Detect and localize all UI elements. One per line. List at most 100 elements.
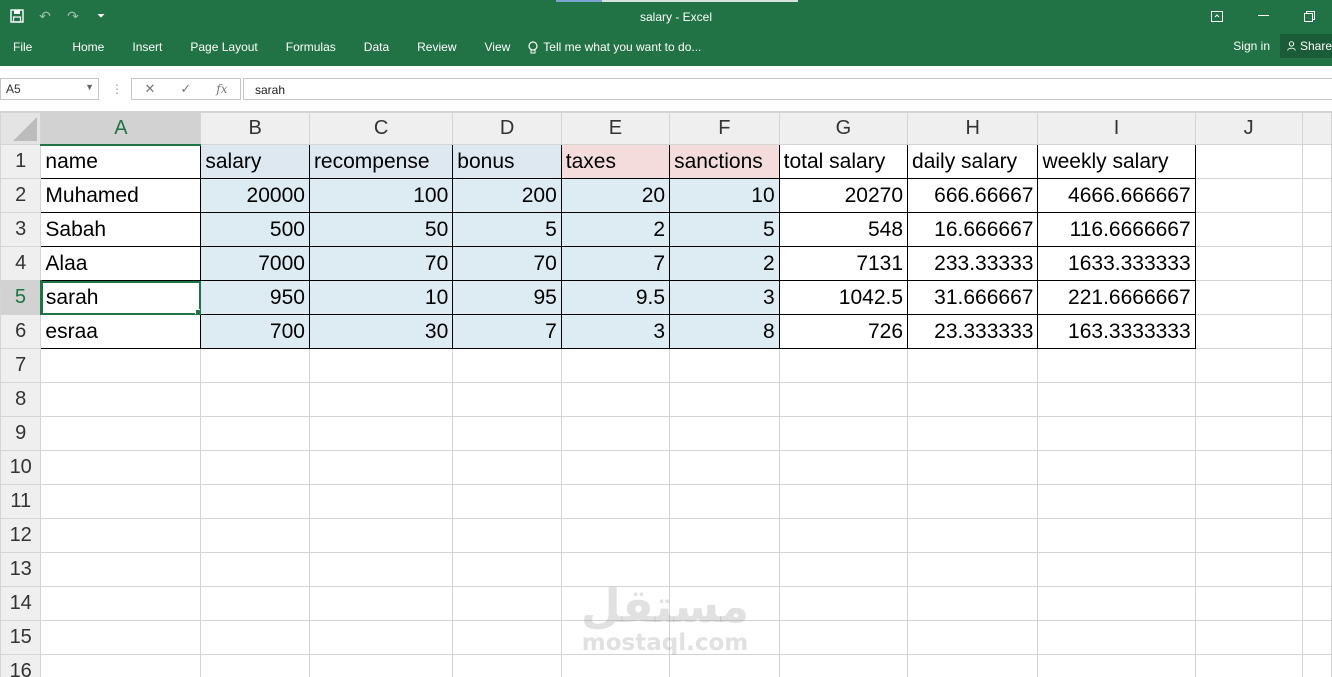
empty-cell[interactable] [778,382,909,417]
tab-data[interactable]: Data [350,40,403,54]
cell-d4[interactable]: 70 [452,246,562,281]
empty-cell[interactable] [560,518,671,553]
empty-cell[interactable] [1037,518,1196,553]
column-header-b[interactable]: B [200,112,310,145]
empty-cell[interactable] [40,586,202,621]
row-header-6[interactable]: 6 [0,314,42,349]
empty-cell[interactable] [1194,348,1303,383]
empty-cell[interactable] [308,586,454,621]
redo-icon[interactable]: ↷ [64,7,82,25]
cell-g4[interactable]: 7131 [778,246,909,281]
cell-b1[interactable]: salary [200,144,310,179]
tab-page-layout[interactable]: Page Layout [176,40,271,54]
cell-h6[interactable]: 23.333333 [907,314,1039,349]
empty-cell[interactable] [1301,416,1332,451]
empty-cell[interactable] [308,416,454,451]
empty-cell[interactable] [1194,416,1303,451]
empty-cell[interactable] [778,518,909,553]
empty-cell[interactable] [308,518,454,553]
cell-j5[interactable] [1194,280,1303,315]
cell-c6[interactable]: 30 [308,314,454,349]
empty-cell[interactable] [200,348,310,383]
empty-cell[interactable] [560,382,671,417]
ribbon-display-icon[interactable] [1194,0,1240,32]
cell-d2[interactable]: 200 [452,178,562,213]
empty-cell[interactable] [40,654,202,677]
cell-k1[interactable] [1301,144,1332,179]
worksheet-grid[interactable]: A B C D E F G H I J 1 name salary recomp… [0,112,1332,677]
empty-cell[interactable] [669,552,780,587]
empty-cell[interactable] [200,586,310,621]
tab-insert[interactable]: Insert [118,40,176,54]
row-header-15[interactable]: 15 [0,620,42,655]
cell-j3[interactable] [1194,212,1303,247]
cell-d5[interactable]: 95 [452,280,562,315]
cell-e6[interactable]: 3 [560,314,671,349]
tab-home[interactable]: Home [58,40,118,54]
empty-cell[interactable] [1037,552,1196,587]
cell-c5[interactable]: 10 [308,280,454,315]
empty-cell[interactable] [560,416,671,451]
undo-icon[interactable]: ↶ [36,7,54,25]
cell-a1[interactable]: name [40,144,202,179]
tab-view[interactable]: View [471,40,525,54]
row-header-2[interactable]: 2 [0,178,42,213]
empty-cell[interactable] [669,450,780,485]
empty-cell[interactable] [40,552,202,587]
empty-cell[interactable] [907,620,1039,655]
row-header-5[interactable]: 5 [0,280,42,315]
cell-k5[interactable] [1301,280,1332,315]
empty-cell[interactable] [452,450,562,485]
save-icon[interactable] [8,7,26,25]
column-header-e[interactable]: E [560,112,671,145]
empty-cell[interactable] [907,382,1039,417]
cell-e2[interactable]: 20 [560,178,671,213]
row-header-14[interactable]: 14 [0,586,42,621]
cell-k3[interactable] [1301,212,1332,247]
empty-cell[interactable] [1194,586,1303,621]
empty-cell[interactable] [200,620,310,655]
empty-cell[interactable] [1037,620,1196,655]
empty-cell[interactable] [1301,620,1332,655]
cell-h5[interactable]: 31.666667 [907,280,1039,315]
empty-cell[interactable] [560,348,671,383]
empty-cell[interactable] [778,620,909,655]
cell-e1[interactable]: taxes [560,144,671,179]
enter-icon[interactable]: ✓ [180,81,191,97]
cell-b3[interactable]: 500 [200,212,310,247]
cell-h2[interactable]: 666.66667 [907,178,1039,213]
empty-cell[interactable] [200,484,310,519]
empty-cell[interactable] [452,348,562,383]
cell-k4[interactable] [1301,246,1332,281]
cell-g1[interactable]: total salary [778,144,909,179]
sign-in-link[interactable]: Sign in [1233,39,1270,53]
customize-icon[interactable]: ⏷ [92,7,110,25]
cell-a4[interactable]: Alaa [40,246,202,281]
empty-cell[interactable] [452,382,562,417]
name-box[interactable]: A5 ▼ [0,78,99,100]
empty-cell[interactable] [200,518,310,553]
empty-cell[interactable] [452,620,562,655]
formula-input[interactable]: sarah [243,78,1332,100]
tab-file[interactable]: File [0,40,58,54]
row-header-16[interactable]: 16 [0,654,42,677]
empty-cell[interactable] [907,450,1039,485]
empty-cell[interactable] [560,620,671,655]
cell-i4[interactable]: 1633.333333 [1037,246,1196,281]
cell-k2[interactable] [1301,178,1332,213]
cell-i5[interactable]: 221.6666667 [1037,280,1196,315]
empty-cell[interactable] [907,552,1039,587]
cell-f4[interactable]: 2 [669,246,780,281]
insert-function-icon[interactable]: fx [216,82,227,96]
cell-f6[interactable]: 8 [669,314,780,349]
cell-f1[interactable]: sanctions [669,144,780,179]
empty-cell[interactable] [452,552,562,587]
cell-i2[interactable]: 4666.666667 [1037,178,1196,213]
cell-a6[interactable]: esraa [40,314,202,349]
cell-b4[interactable]: 7000 [200,246,310,281]
cell-c1[interactable]: recompense [308,144,454,179]
restore-icon[interactable] [1286,0,1332,32]
cell-e4[interactable]: 7 [560,246,671,281]
empty-cell[interactable] [200,654,310,677]
column-header-j[interactable]: J [1194,112,1303,145]
